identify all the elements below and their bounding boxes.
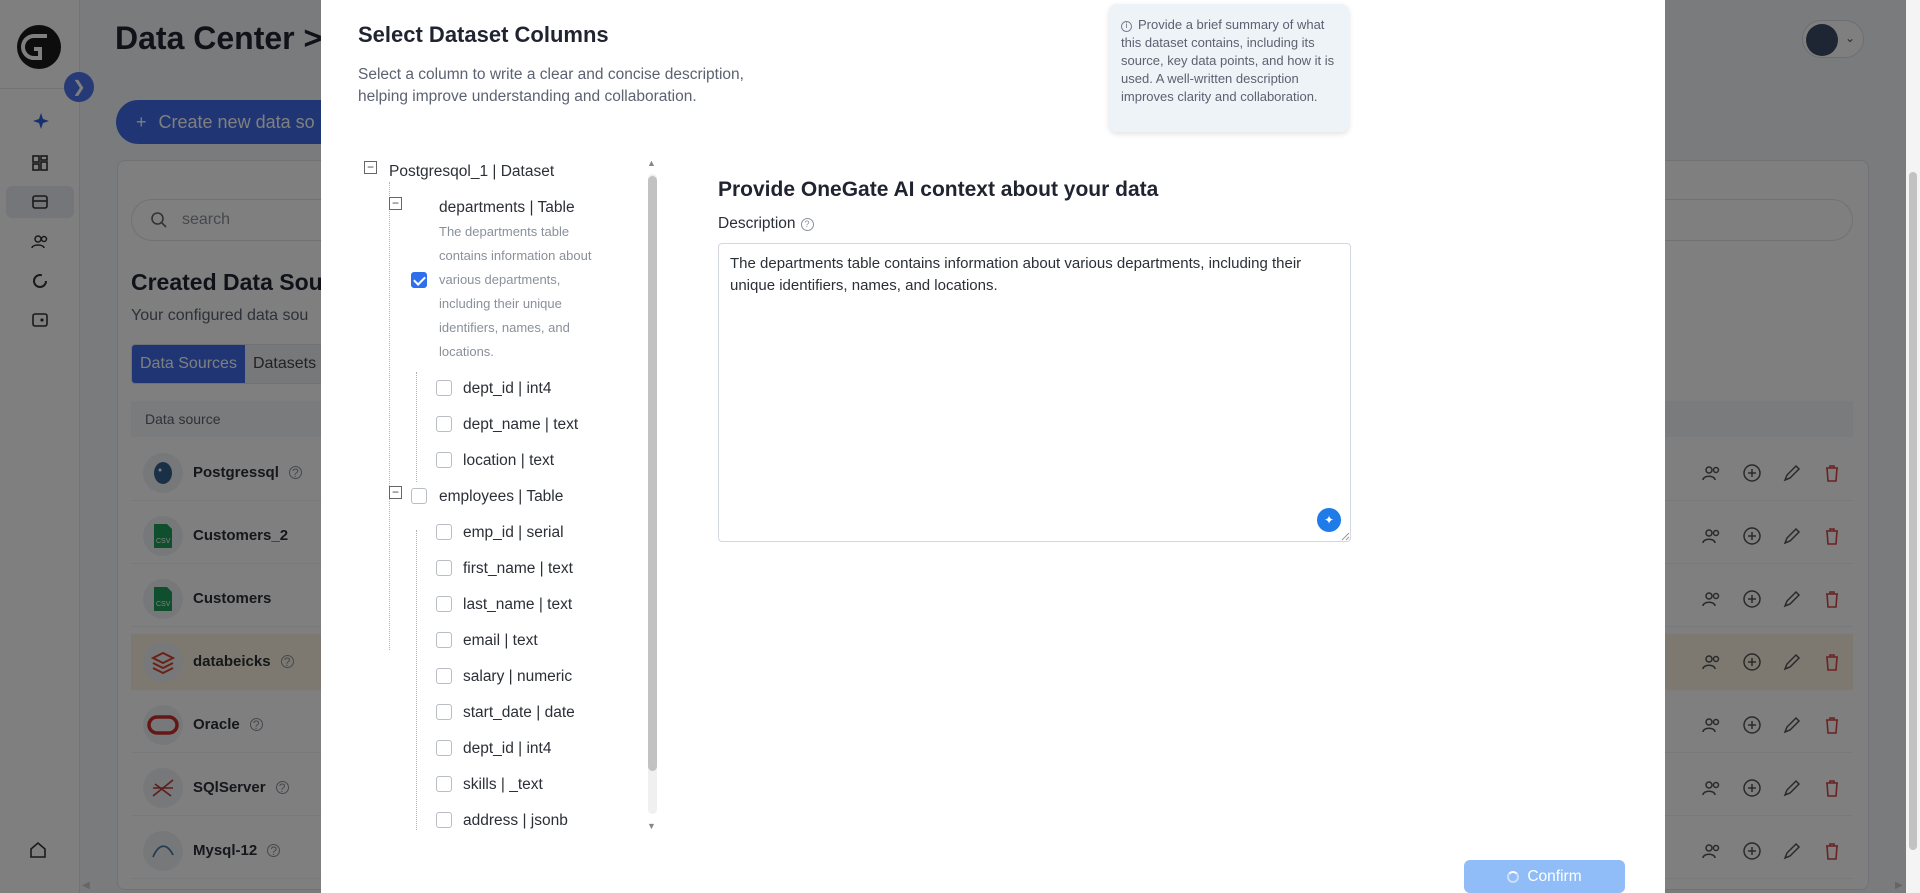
column-checkbox[interactable] [436, 560, 452, 576]
tree-column-label[interactable]: address | jsonb [463, 812, 568, 830]
select-columns-modal: Select Dataset Columns Select a column t… [321, 0, 1665, 893]
tree-column-label[interactable]: dept_id | int4 [463, 740, 551, 758]
info-tooltip: i Provide a brief summary of what this da… [1109, 4, 1349, 132]
tree-column-label[interactable]: dept_name | text [463, 416, 578, 434]
scroll-down-arrow-icon[interactable]: ▼ [647, 821, 656, 831]
resize-grip-icon[interactable] [1340, 531, 1350, 541]
tree-column-label[interactable]: last_name | text [463, 596, 572, 614]
column-checkbox[interactable] [436, 704, 452, 720]
column-tree: − Postgresqol_1 | Dataset − departments … [358, 158, 658, 831]
employees-checkbox[interactable] [411, 488, 427, 504]
context-title: Provide OneGate AI context about your da… [718, 178, 1159, 201]
scroll-right-arrow-icon[interactable]: ▶ [1895, 880, 1903, 891]
column-checkbox[interactable] [436, 524, 452, 540]
column-checkbox[interactable] [436, 740, 452, 756]
info-icon: i [1121, 20, 1132, 32]
tree-column-label[interactable]: email | text [463, 632, 538, 650]
tree-table-label[interactable]: departments | Table [439, 199, 575, 217]
tree-column-label[interactable]: emp_id | serial [463, 524, 564, 542]
column-checkbox[interactable] [436, 416, 452, 432]
scroll-thumb[interactable] [648, 176, 657, 771]
column-checkbox[interactable] [436, 632, 452, 648]
departments-checkbox[interactable] [411, 272, 427, 288]
page-scroll-thumb[interactable] [1909, 172, 1917, 850]
column-checkbox[interactable] [436, 668, 452, 684]
help-icon[interactable]: ? [800, 217, 814, 231]
tree-column-label[interactable]: start_date | date [463, 704, 575, 722]
description-textarea[interactable]: The departments table contains informati… [718, 243, 1351, 542]
loading-spinner-icon [1507, 870, 1520, 883]
column-checkbox[interactable] [436, 380, 452, 396]
confirm-button[interactable]: Confirm [1464, 860, 1625, 893]
column-checkbox[interactable] [436, 452, 452, 468]
root-collapse-toggle[interactable]: − [364, 161, 377, 174]
tree-column-label[interactable]: dept_id | int4 [463, 380, 551, 398]
magic-wand-icon: ✦ [1323, 513, 1335, 527]
tooltip-text: Provide a brief summary of what this dat… [1121, 17, 1335, 104]
table-description: The departments table contains informati… [439, 224, 592, 359]
modal-subtitle: Select a column to write a clear and con… [358, 66, 744, 105]
column-checkbox[interactable] [436, 812, 452, 828]
tree-column-label[interactable]: skills | _text [463, 776, 543, 794]
scroll-up-arrow-icon[interactable]: ▲ [647, 158, 656, 168]
column-checkbox[interactable] [436, 596, 452, 612]
tree-root-label[interactable]: Postgresqol_1 | Dataset [389, 163, 554, 181]
page-scrollbar[interactable] [1906, 0, 1920, 893]
tree-table-label[interactable]: employees | Table [439, 488, 563, 506]
departments-collapse-toggle[interactable]: − [389, 197, 402, 210]
tree-column-label[interactable]: location | text [463, 452, 554, 470]
description-label: Description ? [718, 215, 814, 233]
tree-column-label[interactable]: first_name | text [463, 560, 573, 578]
description-label-text: Description [718, 215, 796, 232]
scroll-left-arrow-icon[interactable]: ◀ [82, 880, 90, 891]
modal-title: Select Dataset Columns [358, 22, 609, 47]
ai-generate-button[interactable]: ✦ [1317, 508, 1341, 532]
tree-connector [416, 372, 417, 482]
tree-column-label[interactable]: salary | numeric [463, 668, 572, 686]
employees-collapse-toggle[interactable]: − [389, 486, 402, 499]
tree-connector [389, 182, 390, 650]
tree-scrollbar[interactable]: ▲ ▼ [644, 158, 658, 831]
column-checkbox[interactable] [436, 776, 452, 792]
confirm-label: Confirm [1527, 867, 1582, 885]
tree-connector [416, 530, 417, 830]
